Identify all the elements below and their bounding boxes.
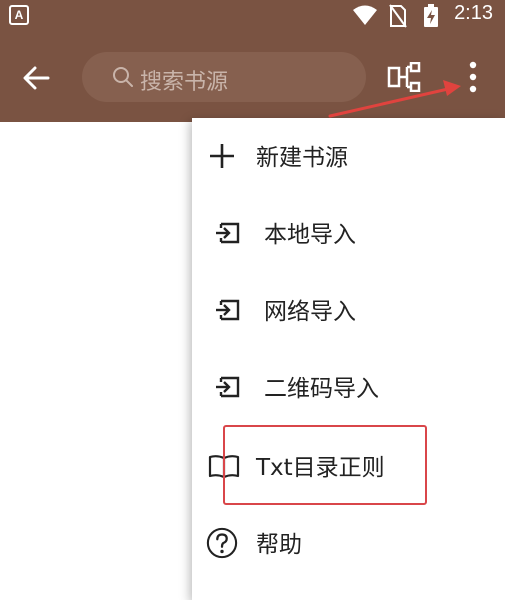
annotation-arrow-icon bbox=[328, 80, 461, 118]
